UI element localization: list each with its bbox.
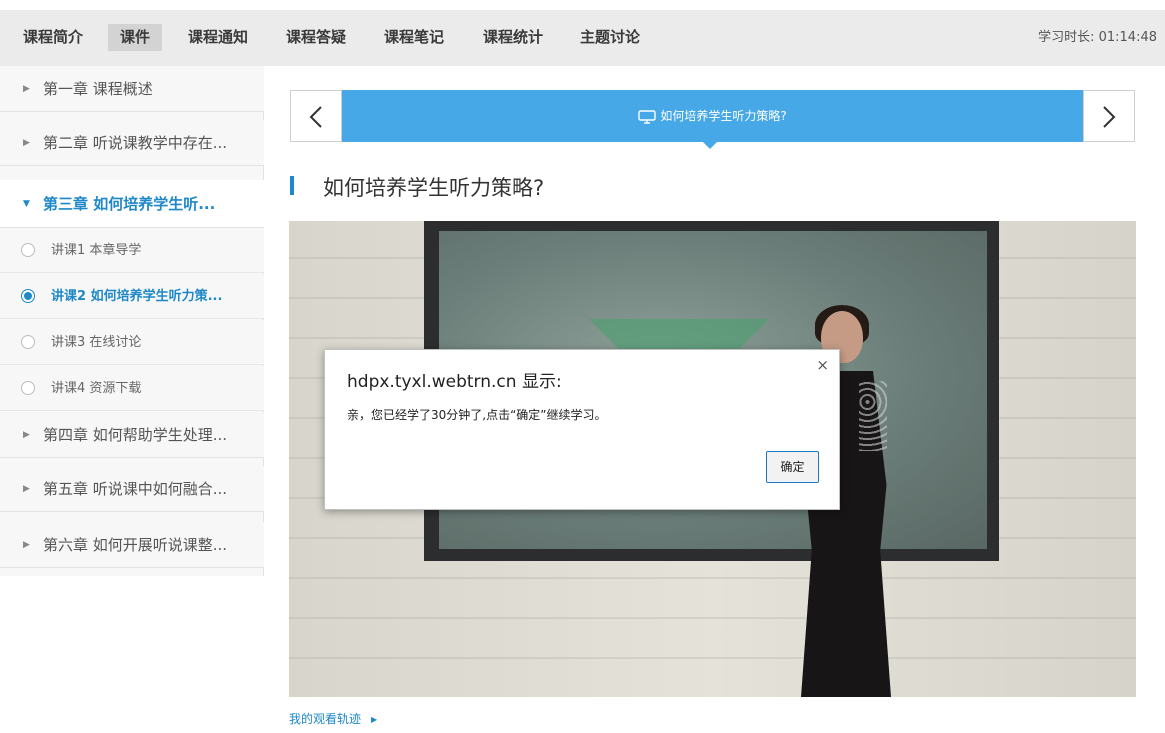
tab-topic-discussion[interactable]: 主题讨论 (580, 24, 640, 51)
lesson-banner: 如何培养学生听力策略? (342, 90, 1083, 149)
caret-right-icon: ▶ (371, 715, 378, 724)
watch-history-link[interactable]: 我的观看轨迹 ▶ (289, 710, 377, 727)
tab-course-notes[interactable]: 课程笔记 (384, 24, 444, 51)
tab-course-notice[interactable]: 课程通知 (188, 24, 248, 51)
tab-course-stats[interactable]: 课程统计 (483, 24, 543, 51)
lesson-item-3[interactable]: 讲课3 在线讨论 (0, 320, 264, 365)
lesson-label: 讲课3 在线讨论 (51, 335, 142, 350)
chapter-label: 第五章 听说课中如何融合... (43, 480, 228, 498)
alert-dialog: hdpx.tyxl.webtrn.cn 显示: × 亲，您已经学了30分钟了,点… (324, 349, 840, 510)
chapter-label: 第一章 课程概述 (43, 80, 153, 98)
radio-icon (21, 243, 35, 257)
close-icon[interactable]: × (816, 356, 829, 374)
next-lesson-button[interactable] (1083, 90, 1135, 142)
caret-right-icon: ▶ (23, 430, 30, 440)
radio-icon (21, 381, 35, 395)
study-time: 学习时长: 01:14:48 (1038, 30, 1157, 45)
tab-courseware[interactable]: 课件 (108, 24, 163, 51)
sidebar-chapter-5[interactable]: ▶ 第五章 听说课中如何融合... (0, 466, 264, 512)
prev-lesson-button[interactable] (290, 90, 342, 142)
tab-course-qa[interactable]: 课程答疑 (286, 24, 346, 51)
caret-right-icon: ▶ (23, 484, 30, 494)
caret-right-icon: ▶ (23, 540, 30, 550)
banner-title: 如何培养学生听力策略? (660, 109, 787, 123)
sidebar-chapter-2[interactable]: ▶ 第二章 听说课教学中存在... (0, 120, 264, 166)
lesson-label: 讲课4 资源下载 (51, 381, 142, 396)
top-nav: 课程简介 课件 课程通知 课程答疑 课程笔记 课程统计 主题讨论 学习时长: 0… (0, 10, 1165, 66)
video-presenter-pattern (859, 381, 887, 451)
lesson-item-2[interactable]: 讲课2 如何培养学生听力策... (0, 274, 264, 319)
banner-pointer (703, 142, 717, 149)
dialog-message: 亲，您已经学了30分钟了,点击“确定”继续学习。 (347, 408, 607, 422)
lesson-item-1[interactable]: 讲课1 本章导学 (0, 228, 264, 273)
chapter-label: 第四章 如何帮助学生处理... (43, 426, 228, 444)
radio-selected-icon (21, 289, 35, 303)
lesson-heading: 如何培养学生听力策略? (323, 176, 545, 200)
caret-down-icon: ▼ (23, 199, 30, 209)
dialog-title: hdpx.tyxl.webtrn.cn 显示: (347, 372, 562, 392)
sidebar-chapter-6[interactable]: ▶ 第六章 如何开展听说课整... (0, 522, 264, 568)
chevron-left-icon (309, 106, 322, 128)
chapter-label: 第二章 听说课教学中存在... (43, 134, 228, 152)
chapter-label: 第三章 如何培养学生听... (43, 195, 216, 213)
sidebar-chapter-4[interactable]: ▶ 第四章 如何帮助学生处理... (0, 412, 264, 458)
chapter-label: 第六章 如何开展听说课整... (43, 536, 228, 554)
radio-icon (21, 335, 35, 349)
lesson-label: 讲课1 本章导学 (51, 243, 142, 258)
heading-accent-bar (290, 176, 294, 195)
sidebar-chapter-1[interactable]: ▶ 第一章 课程概述 (0, 66, 264, 112)
caret-right-icon: ▶ (23, 84, 30, 94)
monitor-icon (638, 109, 657, 124)
chevron-right-icon (1103, 106, 1116, 128)
chapter-sidebar: ▶ 第一章 课程概述 ▶ 第二章 听说课教学中存在... ▼ 第三章 如何培养学… (0, 66, 264, 733)
lesson-label: 讲课2 如何培养学生听力策... (51, 289, 223, 304)
tab-course-intro[interactable]: 课程简介 (23, 24, 83, 51)
watch-history-label: 我的观看轨迹 (289, 712, 362, 726)
sidebar-chapter-3[interactable]: ▼ 第三章 如何培养学生听... (0, 180, 264, 228)
lesson-item-4[interactable]: 讲课4 资源下载 (0, 366, 264, 411)
ok-button[interactable]: 确定 (766, 451, 819, 483)
caret-right-icon: ▶ (23, 138, 30, 148)
